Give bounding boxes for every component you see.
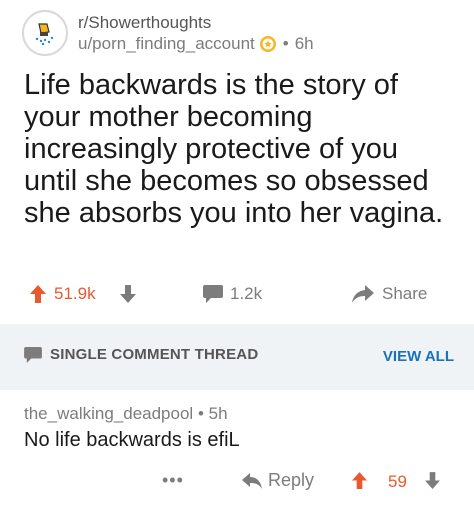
post-card: r/Showerthoughts u/porn_finding_account …: [0, 0, 474, 324]
post-title[interactable]: Life backwards is the story of your moth…: [24, 69, 454, 229]
comment-author[interactable]: the_walking_deadpool: [24, 404, 193, 423]
comment-actions: ••• Reply 59: [0, 470, 474, 496]
separator-dot: •: [197, 404, 209, 423]
subreddit-avatar[interactable]: [22, 10, 68, 56]
reply-label: Reply: [268, 470, 315, 490]
arrow-up-icon[interactable]: [352, 472, 367, 489]
comment-body: No life backwards is efiL: [24, 429, 240, 451]
reply-arrow-icon: [242, 472, 262, 489]
arrow-up-icon[interactable]: [30, 285, 46, 303]
post-score: 51.9k: [54, 284, 96, 303]
comment-age: 5h: [208, 404, 228, 423]
author-line: u/porn_finding_account • 6h: [78, 33, 314, 54]
view-all-link[interactable]: VIEW ALL: [383, 348, 454, 365]
post-actions: 51.9k 1.2k Share: [0, 279, 474, 309]
comment-meta: the_walking_deadpool • 5h: [24, 404, 228, 424]
subreddit-name[interactable]: r/Showerthoughts: [78, 12, 314, 33]
share-arrow-icon: [352, 285, 374, 303]
thread-label: SINGLE COMMENT THREAD: [50, 346, 259, 363]
post-age: 6h: [294, 34, 314, 53]
award-icon: [259, 35, 277, 53]
more-options-button[interactable]: •••: [162, 470, 184, 491]
comment-score: 59: [388, 472, 407, 491]
downvote-button[interactable]: [120, 279, 136, 309]
lightbulb-shower-icon: [30, 18, 60, 48]
comment-bubble-icon: [203, 285, 223, 303]
comment-bubble-icon: [24, 346, 42, 363]
comment-count: 1.2k: [230, 284, 263, 303]
comments-button[interactable]: 1.2k: [203, 279, 262, 309]
post-meta: r/Showerthoughts u/porn_finding_account …: [78, 12, 314, 54]
arrow-down-icon[interactable]: [425, 472, 440, 489]
upvote-group: 51.9k: [30, 279, 96, 309]
post-header: r/Showerthoughts u/porn_finding_account …: [22, 8, 314, 58]
single-thread-bar: SINGLE COMMENT THREAD VIEW ALL: [0, 324, 474, 390]
thread-indicator: SINGLE COMMENT THREAD: [24, 346, 258, 363]
reply-button[interactable]: Reply: [242, 470, 314, 491]
share-button[interactable]: Share: [352, 279, 427, 309]
arrow-down-icon[interactable]: [120, 285, 136, 303]
comment-item: the_walking_deadpool • 5h No life backwa…: [0, 390, 474, 505]
share-label: Share: [382, 284, 428, 303]
separator-dot: •: [282, 34, 289, 53]
post-author[interactable]: u/porn_finding_account: [78, 33, 255, 54]
